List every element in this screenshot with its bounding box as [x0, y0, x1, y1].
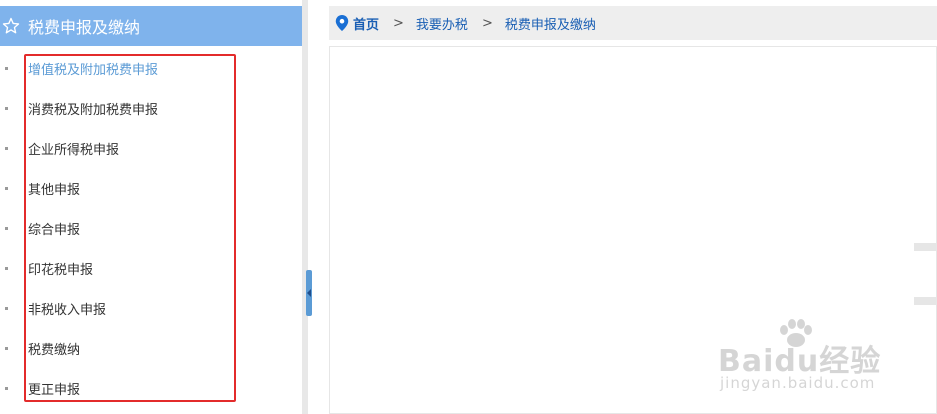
sidebar-splitter[interactable] [302, 0, 308, 414]
menu-item-comprehensive-declaration[interactable]: 综合申报 [0, 208, 300, 248]
menu-item-label: 非税收入申报 [28, 302, 107, 318]
bullet-icon [5, 306, 8, 310]
bullet-icon [5, 66, 8, 70]
bullet-icon [5, 106, 8, 110]
sidebar: 税费申报及缴纳 增值税及附加税费申报 消费税及附加税费申报 企业所得税申报 其他… [0, 0, 302, 414]
bullet-icon [5, 266, 8, 270]
collapse-sidebar-handle[interactable] [306, 270, 312, 316]
menu-item-vat-declaration[interactable]: 增值税及附加税费申报 [0, 48, 300, 88]
baidu-jingyan-watermark: Baidu经验 jingyan.baidu.com [718, 318, 928, 398]
menu-item-other-declaration[interactable]: 其他申报 [0, 168, 300, 208]
menu-item-label: 增值税及附加税费申报 [28, 62, 159, 78]
sidebar-title: 税费申报及缴纳 [28, 18, 141, 37]
menu-item-label: 企业所得税申报 [28, 142, 120, 158]
breadcrumb-separator: > [393, 15, 404, 31]
menu-item-non-tax-revenue-declaration[interactable]: 非税收入申报 [0, 288, 300, 328]
menu-item-correction-declaration[interactable]: 更正申报 [0, 368, 300, 408]
bullet-icon [5, 346, 8, 350]
bullet-icon [5, 226, 8, 230]
menu-item-label: 印花税申报 [28, 262, 94, 278]
breadcrumb-home-link[interactable]: 首页 [353, 14, 379, 33]
menu-item-label: 税费缴纳 [28, 342, 81, 358]
menu-item-tax-payment[interactable]: 税费缴纳 [0, 328, 300, 368]
bullet-icon [5, 146, 8, 150]
menu-item-label: 更正申报 [28, 382, 81, 398]
scroll-marker [914, 297, 936, 305]
scroll-marker [914, 243, 936, 251]
bullet-icon [5, 186, 8, 190]
sidebar-header[interactable]: 税费申报及缴纳 [0, 6, 302, 46]
menu-item-consumption-tax-declaration[interactable]: 消费税及附加税费申报 [0, 88, 300, 128]
menu-item-corporate-income-tax-declaration[interactable]: 企业所得税申报 [0, 128, 300, 168]
menu-item-label: 消费税及附加税费申报 [28, 102, 159, 118]
location-pin-icon [335, 15, 349, 31]
star-icon [2, 17, 20, 34]
breadcrumb-item-tax-handling[interactable]: 我要办税 [416, 14, 468, 33]
breadcrumb: 首页 > 我要办税 > 税费申报及缴纳 [329, 6, 937, 40]
menu-item-label: 其他申报 [28, 182, 81, 198]
bullet-icon [5, 386, 8, 390]
menu-item-stamp-duty-declaration[interactable]: 印花税申报 [0, 248, 300, 288]
watermark-url: jingyan.baidu.com [720, 374, 876, 392]
breadcrumb-separator: > [481, 15, 493, 31]
breadcrumb-item-tax-declaration[interactable]: 税费申报及缴纳 [505, 14, 596, 33]
menu-item-label: 综合申报 [28, 222, 81, 238]
sidebar-menu: 增值税及附加税费申报 消费税及附加税费申报 企业所得税申报 其他申报 综合申报 … [0, 48, 300, 408]
